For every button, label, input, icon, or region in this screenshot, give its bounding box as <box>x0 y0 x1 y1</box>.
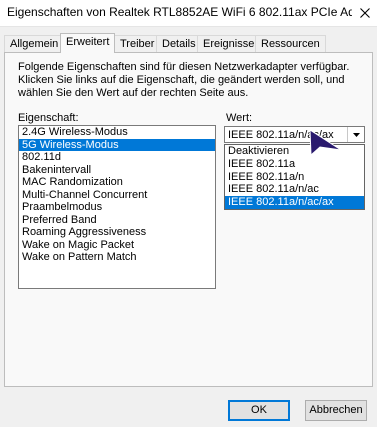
tab-ressourcen[interactable]: Ressourcen <box>255 35 326 52</box>
property-item[interactable]: MAC Randomization <box>19 176 215 189</box>
property-item[interactable]: Roaming Aggressiveness <box>19 226 215 239</box>
property-label: Eigenschaft: <box>18 112 79 124</box>
close-button[interactable] <box>352 0 377 26</box>
property-item[interactable]: Praambelmodus <box>19 201 215 214</box>
chevron-down-icon <box>352 132 360 137</box>
value-option[interactable]: IEEE 802.11a/n <box>225 171 364 184</box>
tab-treiber[interactable]: Treiber <box>114 35 161 52</box>
property-list[interactable]: 2.4G Wireless-Modus 5G Wireless-Modus 80… <box>18 125 216 289</box>
close-icon <box>359 8 370 18</box>
cancel-button[interactable]: Abbrechen <box>305 400 367 421</box>
description-text: Folgende Eigenschaften sind für diesen N… <box>18 61 350 99</box>
property-item[interactable]: 2.4G Wireless-Modus <box>19 126 215 139</box>
ok-button[interactable]: OK <box>228 400 290 421</box>
property-item[interactable]: Wake on Pattern Match <box>19 251 215 264</box>
value-option[interactable]: IEEE 802.11a/n/ac <box>225 183 364 196</box>
property-item[interactable]: Preferred Band <box>19 214 215 227</box>
value-label: Wert: <box>226 112 253 124</box>
tab-allgemein[interactable]: Allgemein <box>4 35 65 52</box>
value-option-highlighted[interactable]: IEEE 802.11a/n/ac/ax <box>225 196 364 209</box>
property-item[interactable]: Wake on Magic Packet <box>19 239 215 252</box>
mouse-cursor-icon <box>309 129 342 157</box>
window-title: Eigenschaften von Realtek RTL8852AE WiFi… <box>7 5 352 19</box>
property-item[interactable]: Bakenintervall <box>19 164 215 177</box>
tab-ereignisse[interactable]: Ereignisse <box>197 35 261 52</box>
property-item-selected[interactable]: 5G Wireless-Modus <box>19 138 215 151</box>
tab-erweitert[interactable]: Erweitert <box>60 33 116 53</box>
title-bar: Eigenschaften von Realtek RTL8852AE WiFi… <box>0 0 377 27</box>
tab-details[interactable]: Details <box>156 35 202 52</box>
property-item[interactable]: 802.11d <box>19 151 215 164</box>
dropdown-button[interactable] <box>347 127 364 142</box>
tab-strip: Allgemein Erweitert Treiber Details Erei… <box>4 33 373 53</box>
property-item[interactable]: Multi-Channel Concurrent <box>19 189 215 202</box>
